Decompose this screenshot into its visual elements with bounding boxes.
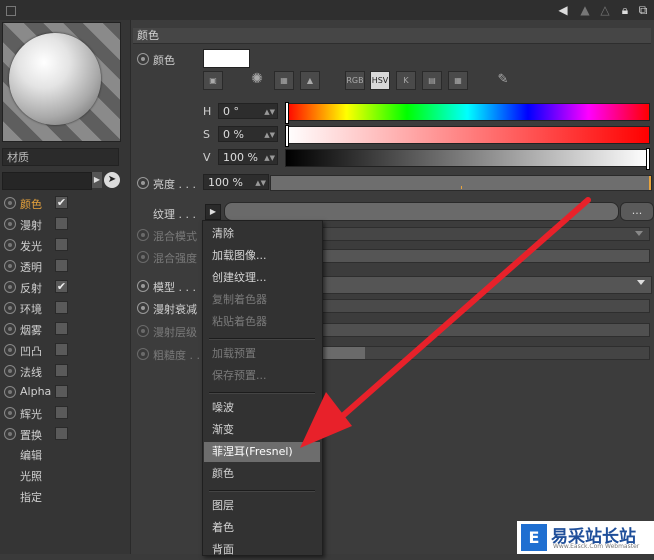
watermark-logo-icon: E	[521, 524, 547, 551]
arrow-shaft	[335, 197, 591, 423]
annotation-arrow	[300, 197, 591, 448]
arrow-head	[300, 392, 352, 448]
watermark: E 易采站长站 Www.Easck.Com Webmaster	[517, 521, 654, 554]
watermark-subtext: Www.Easck.Com Webmaster	[553, 543, 640, 550]
